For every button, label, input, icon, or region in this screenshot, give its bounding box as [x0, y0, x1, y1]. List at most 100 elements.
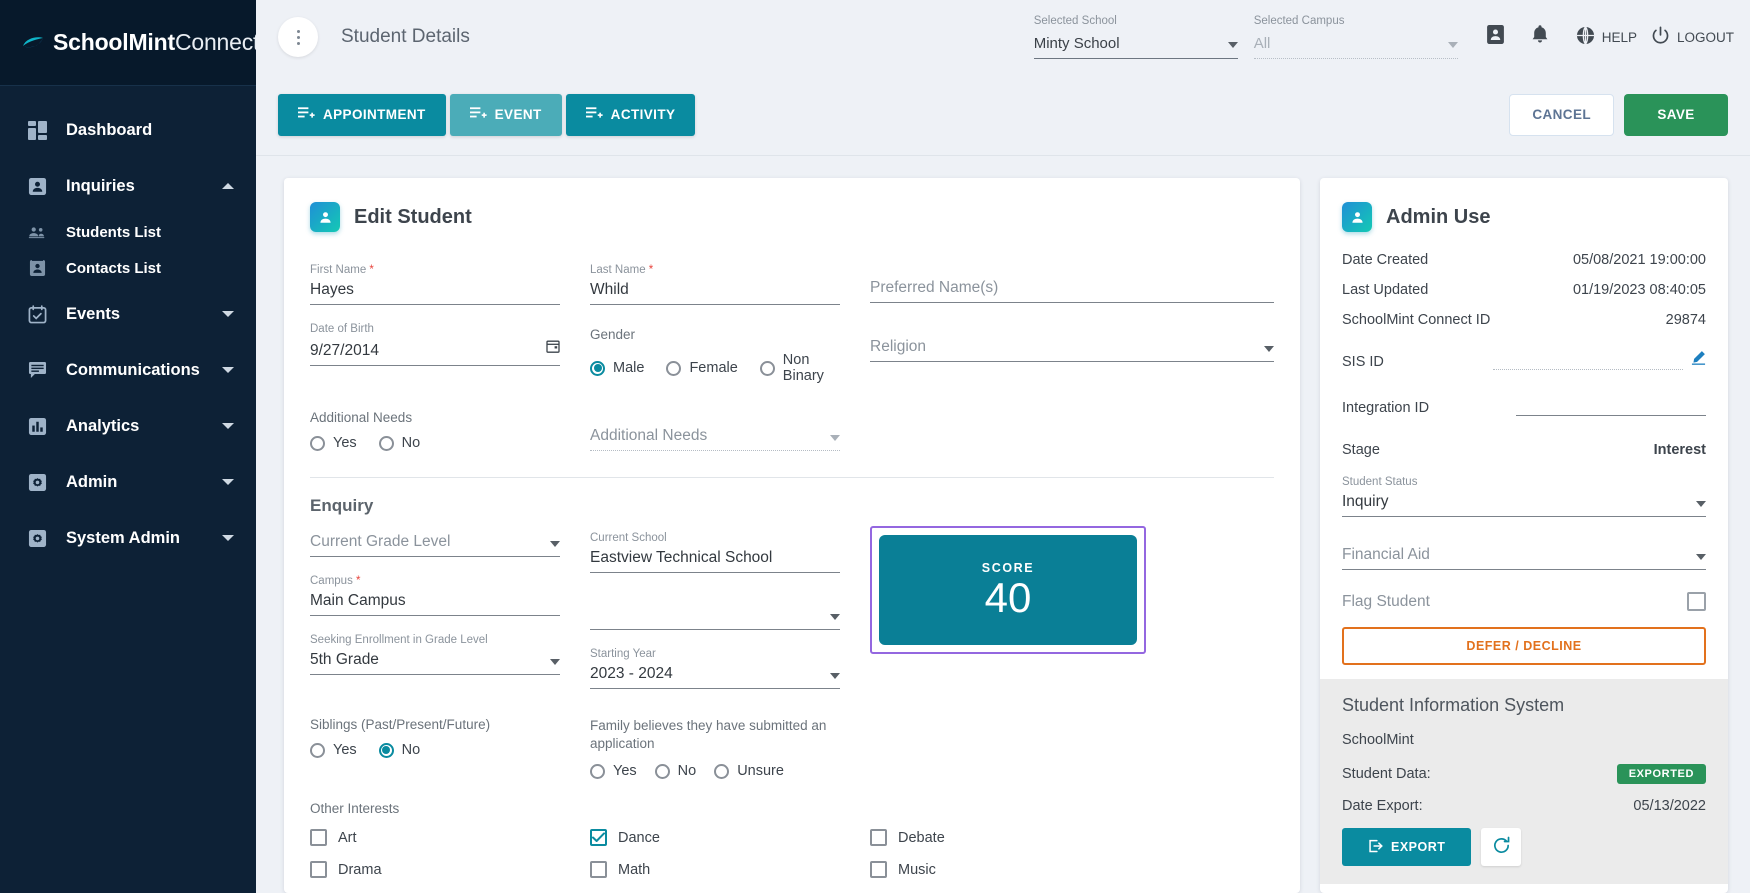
selected-campus-field[interactable]: Selected Campus All: [1253, 15, 1458, 59]
chevron-down-icon[interactable]: [830, 435, 840, 441]
chevron-down-icon[interactable]: [550, 659, 560, 665]
date-of-birth-field[interactable]: Date of Birth 9/27/2014: [310, 311, 560, 366]
add-event-button[interactable]: EVENT: [449, 93, 562, 136]
chevron-down-icon[interactable]: [222, 535, 234, 541]
radio-indicator: [378, 742, 394, 758]
family-application-radio-yes[interactable]: Yes: [590, 763, 637, 779]
student-status-select[interactable]: Inquiry: [1342, 492, 1706, 517]
edit-pencil-icon[interactable]: [1691, 350, 1706, 370]
enquiry-empty-select-field[interactable]: [590, 579, 840, 630]
export-button[interactable]: EXPORT: [1342, 828, 1472, 866]
chevron-down-icon[interactable]: [830, 673, 840, 679]
score-card[interactable]: SCORE 40: [879, 535, 1137, 645]
chevron-down-icon[interactable]: [1696, 554, 1706, 560]
checkbox-math[interactable]: Math: [590, 858, 870, 881]
sis-id-value[interactable]: [1493, 352, 1683, 370]
religion-field[interactable]: Religion: [870, 311, 1274, 362]
notifications-button[interactable]: [1518, 15, 1562, 59]
selected-campus-control[interactable]: All: [1253, 35, 1458, 59]
current-school-input[interactable]: Eastview Technical School: [590, 548, 840, 573]
current-school-field[interactable]: Current School Eastview Technical School: [590, 520, 840, 573]
checkbox-drama[interactable]: Drama: [310, 858, 590, 881]
chevron-down-icon[interactable]: [222, 367, 234, 373]
siblings-radio-no[interactable]: No: [378, 742, 420, 758]
chevron-up-icon[interactable]: [222, 183, 234, 189]
sidebar-item-analytics[interactable]: Analytics: [0, 398, 256, 454]
additional-needs-select[interactable]: Additional Needs: [590, 426, 840, 451]
first-name-input[interactable]: Hayes: [310, 280, 560, 305]
add-appointment-button[interactable]: APPOINTMENT: [278, 93, 446, 136]
gender-radio-non-binary[interactable]: Non Binary: [759, 352, 840, 384]
sidebar-item-contacts-list[interactable]: Contacts List: [0, 250, 256, 286]
campus-input[interactable]: Main Campus: [310, 591, 560, 616]
flag-student-checkbox[interactable]: [1687, 592, 1706, 611]
financial-aid-field[interactable]: Financial Aid: [1342, 517, 1706, 570]
seeking-grade-level-field[interactable]: Seeking Enrollment in Grade Level 5th Gr…: [310, 622, 560, 675]
gender-radio-male[interactable]: Male: [590, 360, 644, 376]
family-application-option-label: Yes: [613, 763, 637, 780]
additional-needs-select-field[interactable]: Additional Needs: [590, 390, 840, 451]
logout-button[interactable]: LOGOUT: [1651, 26, 1734, 48]
help-button[interactable]: HELP: [1576, 26, 1637, 48]
enquiry-empty-select[interactable]: [590, 605, 840, 630]
last-name-input[interactable]: Whild: [590, 280, 840, 305]
checkbox-debate[interactable]: Debate: [870, 826, 1150, 849]
seeking-grade-level-select[interactable]: 5th Grade: [310, 650, 560, 675]
sidebar-item-admin[interactable]: Admin: [0, 454, 256, 510]
additional-needs-radio-yes[interactable]: Yes: [310, 435, 357, 451]
integration-id-value[interactable]: [1516, 398, 1706, 416]
starting-year-select[interactable]: 2023 - 2024: [590, 664, 840, 689]
chevron-down-icon[interactable]: [222, 479, 234, 485]
add-activity-button[interactable]: ACTIVITY: [565, 93, 696, 136]
score-col: SCORE 40: [870, 520, 1274, 695]
chevron-down-icon[interactable]: [550, 541, 560, 547]
chevron-down-icon[interactable]: [222, 423, 234, 429]
family-application-radio-no[interactable]: No: [654, 763, 697, 780]
defer-decline-button[interactable]: DEFER / DECLINE: [1342, 627, 1706, 665]
more-options-button[interactable]: [278, 17, 318, 57]
checkbox-dance[interactable]: Dance: [590, 826, 870, 849]
sidebar-item-students-list[interactable]: Students List: [0, 214, 256, 250]
selected-school-field[interactable]: Selected School Minty School: [1033, 15, 1238, 59]
cancel-button[interactable]: CANCEL: [1509, 93, 1614, 136]
sidebar-item-communications[interactable]: Communications: [0, 342, 256, 398]
starting-year-field[interactable]: Starting Year 2023 - 2024: [590, 636, 840, 689]
family-application-radio-unsure[interactable]: Unsure: [714, 763, 784, 779]
additional-needs-radio-no[interactable]: No: [378, 435, 420, 451]
preferred-names-input[interactable]: Preferred Name(s): [870, 278, 1274, 303]
chevron-down-icon[interactable]: [1696, 501, 1706, 507]
brand-logo[interactable]: SchoolMintConnect: [0, 0, 259, 86]
last-name-field[interactable]: Last Name * Whild: [590, 252, 840, 305]
preferred-names-field[interactable]: Preferred Name(s): [870, 252, 1274, 303]
chevron-down-icon[interactable]: [1227, 42, 1238, 48]
selected-campus-label: Selected Campus: [1253, 15, 1345, 27]
checkbox-music[interactable]: Music: [870, 858, 1150, 881]
sidebar-item-events[interactable]: Events: [0, 286, 256, 342]
sidebar-item-dashboard[interactable]: Dashboard: [0, 102, 256, 158]
chevron-down-icon[interactable]: [1447, 42, 1458, 48]
chevron-down-icon[interactable]: [830, 614, 840, 620]
campus-field[interactable]: Campus * Main Campus: [310, 563, 560, 616]
gender-radio-female[interactable]: Female: [666, 360, 738, 376]
chevron-down-icon[interactable]: [222, 311, 234, 317]
sis-provider: SchoolMint: [1342, 732, 1414, 748]
sidebar-item-system-admin[interactable]: System Admin: [0, 510, 256, 566]
calendar-icon[interactable]: [546, 339, 560, 358]
selected-school-control[interactable]: Minty School: [1033, 35, 1238, 59]
current-grade-level-field[interactable]: Current Grade Level: [310, 520, 560, 557]
siblings-radio-yes[interactable]: Yes: [310, 742, 357, 758]
selected-campus-value: All: [1253, 35, 1271, 52]
financial-aid-select[interactable]: Financial Aid: [1342, 545, 1706, 570]
save-button[interactable]: SAVE: [1624, 93, 1728, 136]
chevron-down-icon[interactable]: [1264, 346, 1274, 352]
first-name-field[interactable]: First Name * Hayes: [310, 252, 560, 305]
family-application-option-label: No: [677, 763, 697, 780]
religion-select[interactable]: Religion: [870, 337, 1274, 362]
date-of-birth-input[interactable]: 9/27/2014: [310, 339, 560, 366]
student-status-field[interactable]: Student Status Inquiry: [1342, 472, 1706, 517]
current-grade-level-select[interactable]: Current Grade Level: [310, 532, 560, 557]
sidebar-item-inquiries[interactable]: Inquiries: [0, 158, 256, 214]
profile-button[interactable]: [1474, 15, 1518, 59]
refresh-button[interactable]: [1481, 828, 1522, 866]
checkbox-art[interactable]: Art: [310, 826, 590, 849]
